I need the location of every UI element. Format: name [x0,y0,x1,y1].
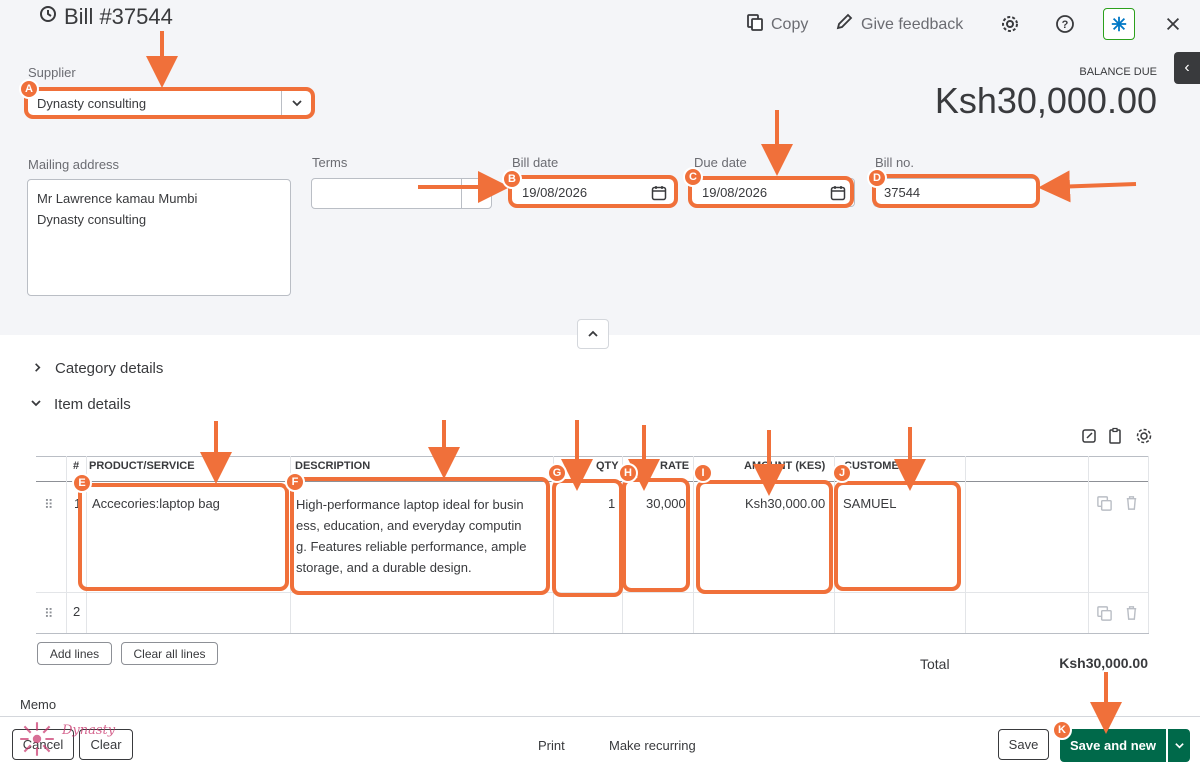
col-header-num: # [73,460,80,472]
qty-cell[interactable]: 1 [608,496,615,511]
balance-due-value: Ksh30,000.00 [934,80,1157,121]
bill-no-field[interactable]: 37544 [873,178,1037,207]
terms-select[interactable] [311,178,492,209]
chevron-right-icon [32,360,43,377]
annotation-badge-c: C [683,167,703,187]
delete-row-icon[interactable] [1123,494,1140,514]
mailing-address-field[interactable]: Mr Lawrence kamau Mumbi Dynasty consulti… [27,179,291,296]
side-panel-toggle[interactable]: ‹ [1174,52,1200,84]
close-icon[interactable] [1161,12,1185,36]
edit-icon[interactable] [1080,427,1098,448]
calendar-icon[interactable] [651,185,667,201]
terms-label: Terms [312,155,348,170]
feedback-icon [835,12,855,37]
help-icon[interactable]: ? [1053,12,1077,36]
chevron-down-icon [30,396,42,413]
annotation-badge-b: B [502,169,522,189]
product-cell[interactable]: Accecories:laptop bag [92,496,220,511]
annotation-badge-k: K [1052,720,1072,740]
bill-title: Bill #37544 [64,4,173,29]
supplier-label: Supplier [28,65,76,80]
bill-date-field[interactable]: 19/08/2026 [511,178,676,207]
amount-cell[interactable]: Ksh30,000.00 [745,496,825,511]
add-lines-button[interactable]: Add lines [37,642,112,665]
mailing-address-label: Mailing address [28,157,120,172]
total-value: Ksh30,000.00 [1059,655,1148,671]
row-number: 1 [74,496,82,511]
chevron-up-icon [588,330,598,337]
annotation-badge-j: J [832,463,852,483]
print-link[interactable]: Print [538,738,565,753]
copy-icon [745,12,765,37]
copy-button[interactable]: Copy [745,12,808,37]
chevron-down-icon[interactable] [461,179,491,208]
col-header-qty: QTY [596,460,619,472]
annotation-badge-h: H [618,463,638,483]
annotation-badge-d: D [867,168,887,188]
chevron-left-icon: ‹ [1184,59,1190,76]
drag-handle-icon[interactable]: ⠿ [44,606,54,622]
col-header-amount: AMOUNT (KES) [744,460,826,472]
due-date-label: Due date [694,155,747,170]
svg-text:?: ? [1062,19,1069,31]
col-header-product: PRODUCT/SERVICE [89,460,195,472]
save-button[interactable]: Save [998,729,1049,760]
balance-due-label: BALANCE DUE [1079,66,1157,78]
ai-assistant-icon[interactable] [1103,8,1135,40]
supplier-select[interactable]: Dynasty consulting [26,89,312,117]
col-header-customer: CUSTOMER [844,460,907,472]
collapse-header-button[interactable] [577,319,609,349]
due-date-field[interactable]: 19/08/2026 [691,178,855,207]
total-label: Total [920,656,950,672]
settings-icon[interactable] [998,12,1022,36]
chevron-down-icon [1174,743,1184,749]
annotation-badge-e: E [72,473,92,493]
bill-date-label: Bill date [512,155,559,170]
calendar-icon[interactable] [830,185,846,201]
page-title: Bill #37544 [38,4,173,30]
annotation-badge-f: F [285,472,305,492]
description-cell[interactable]: High-performance laptop ideal for busin … [296,494,527,578]
save-options-dropdown[interactable] [1168,729,1190,762]
clear-all-lines-button[interactable]: Clear all lines [121,642,218,665]
bill-no-label: Bill no. [875,155,915,170]
row-number: 2 [73,604,81,619]
category-details-toggle[interactable]: Category details [32,360,163,377]
drag-handle-icon[interactable]: ⠿ [44,497,54,513]
col-header-description: DESCRIPTION [295,460,371,472]
col-header-rate: RATE [660,460,690,472]
customer-cell[interactable]: SAMUEL [843,496,896,511]
table-settings-icon[interactable] [1135,427,1153,448]
annotation-badge-g: G [547,463,567,483]
dynasty-logo-text: Dynasty [62,723,116,738]
duplicate-row-icon[interactable] [1096,605,1113,625]
make-recurring-link[interactable]: Make recurring [609,738,696,753]
chevron-down-icon[interactable] [281,90,311,116]
annotation-badge-a: A [19,79,39,99]
give-feedback-button[interactable]: Give feedback [835,12,963,37]
save-and-new-button[interactable]: Save and new [1060,729,1166,762]
dynasty-logo-icon [16,718,58,760]
delete-row-icon[interactable] [1123,604,1140,624]
history-icon[interactable] [38,4,58,30]
rate-cell[interactable]: 30,000 [646,496,686,511]
item-details-toggle[interactable]: Item details [30,396,131,413]
memo-label: Memo [20,697,57,712]
annotation-badge-i: I [693,463,713,483]
duplicate-row-icon[interactable] [1096,495,1113,515]
clipboard-icon[interactable] [1106,427,1124,448]
